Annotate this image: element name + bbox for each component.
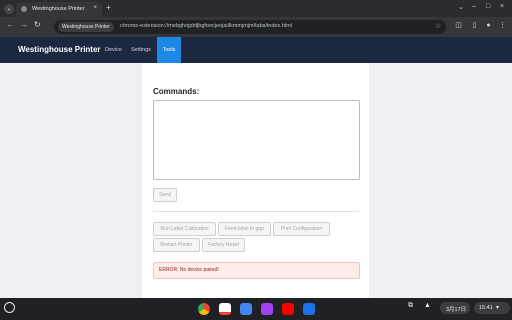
reload-icon[interactable]: ↻ (34, 20, 41, 29)
tray-icon[interactable]: ▲ (424, 302, 431, 309)
date-pill[interactable]: 3月17日 (440, 302, 470, 314)
error-text: ERROR: No device paired! (159, 267, 219, 273)
bookmark-star-icon[interactable]: ☆ (435, 22, 441, 30)
url-text[interactable]: chrome-extension://mebghojpbfjbgfoocjeoj… (120, 23, 292, 29)
browser-tab[interactable]: Westinghouse Printer × (16, 2, 102, 17)
screen-capture-icon[interactable]: ⧉ (408, 302, 413, 310)
favicon-icon (21, 6, 27, 12)
photos-app-icon[interactable] (261, 303, 273, 315)
side-panel-icon[interactable]: ▯ (470, 21, 479, 30)
error-alert: ERROR: No device paired! (153, 262, 360, 279)
back-icon[interactable]: ← (6, 20, 14, 29)
close-tab-icon[interactable]: × (93, 5, 97, 11)
extensions-icon[interactable]: ◫ (454, 21, 463, 30)
close-window-icon[interactable]: × (500, 3, 504, 10)
tab-strip: ⌄ Westinghouse Printer × + ⌄ – □ × (0, 0, 512, 17)
date-text: 3月17日 (446, 307, 467, 313)
commands-textarea[interactable] (153, 100, 360, 180)
chrome-app-icon[interactable] (198, 303, 210, 315)
brand-title: Westinghouse Printer (18, 45, 101, 54)
new-tab-button[interactable]: + (106, 3, 111, 12)
minimize-icon[interactable]: – (472, 3, 476, 10)
tab-search-icon[interactable]: ⌄ (4, 4, 14, 14)
status-area[interactable]: 15:41 ▾ (474, 302, 510, 314)
nav-settings[interactable]: Settings (131, 47, 151, 53)
send-button[interactable]: Send (153, 188, 177, 202)
divider (153, 211, 359, 212)
forward-icon[interactable]: → (20, 20, 28, 29)
menu-icon[interactable]: ⋮ (498, 21, 507, 30)
site-chip[interactable]: Westinghouse Printer (58, 22, 114, 32)
run-label-calibration-button[interactable]: Run Label Calibration (153, 222, 216, 236)
address-bar[interactable]: Westinghouse Printer chrome-extension://… (54, 20, 446, 34)
youtube-app-icon[interactable] (282, 303, 294, 315)
browser-chrome: ⌄ Westinghouse Printer × + ⌄ – □ × ← → ↻… (0, 0, 512, 37)
profile-icon[interactable]: ● (484, 21, 493, 30)
window-menu-icon[interactable]: ⌄ (458, 3, 464, 11)
factory-reset-button[interactable]: Factory Reset (202, 238, 245, 252)
tools-panel: Commands: Send Run Label Calibration Fee… (142, 63, 369, 298)
launcher-icon[interactable] (4, 302, 15, 313)
print-configuration-button[interactable]: Print Configuration (273, 222, 330, 236)
restart-printer-button[interactable]: Restart Printer (153, 238, 200, 252)
commands-heading: Commands: (153, 87, 200, 96)
browser-toolbar: ← → ↻ Westinghouse Printer chrome-extens… (0, 17, 512, 37)
nav-tools[interactable]: Tools (157, 37, 181, 63)
os-shelf: ⧉ ▲ 3月17日 15:41 ▾ (0, 298, 512, 320)
files-app-icon[interactable] (303, 303, 315, 315)
feed-label-button[interactable]: Feed label to gap (218, 222, 271, 236)
time-text: 15:41 (479, 305, 493, 311)
tab-title: Westinghouse Printer (32, 6, 85, 12)
nav-device[interactable]: Device (105, 47, 122, 53)
maximize-icon[interactable]: □ (486, 3, 490, 10)
wifi-icon: ▾ (496, 305, 500, 311)
gmail-app-icon[interactable] (219, 303, 231, 315)
docs-app-icon[interactable] (240, 303, 252, 315)
app-header: Westinghouse Printer Device Settings Too… (0, 37, 512, 63)
